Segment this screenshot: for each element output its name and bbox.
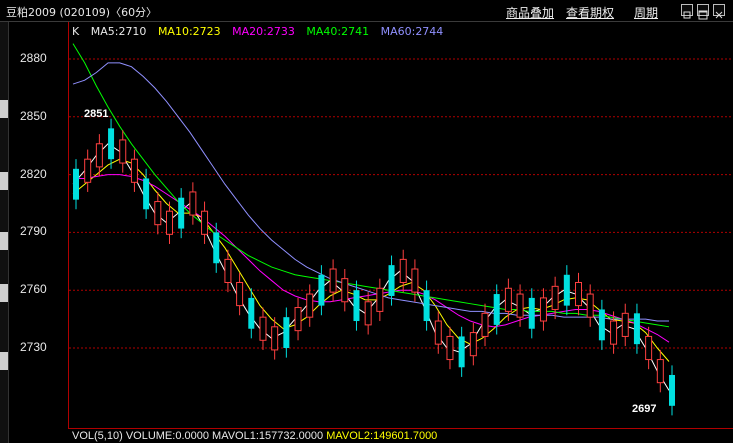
candle-body — [423, 290, 430, 322]
candle-body — [621, 312, 629, 337]
candle-body — [189, 191, 197, 216]
candle-body — [376, 287, 384, 312]
candle-body — [224, 258, 232, 283]
candle-body — [178, 197, 185, 229]
candle-body — [95, 143, 103, 168]
candle-body — [656, 359, 664, 384]
candle-body — [329, 268, 337, 293]
candle-body — [586, 293, 594, 318]
candle-body — [563, 274, 570, 306]
candle-body — [143, 178, 150, 210]
title-bar: 豆粕2009 (020109)〈60分〉 商品叠加 查看期权 周期 — [0, 0, 733, 22]
candle-body — [481, 312, 489, 337]
candle-body — [539, 297, 547, 322]
legend-ma40: MA40:2741 — [306, 25, 370, 38]
candle-body — [165, 210, 173, 235]
candle-body — [411, 268, 419, 293]
candle-body — [108, 128, 115, 160]
maximize-icon[interactable] — [697, 4, 709, 20]
candle-body — [516, 293, 524, 318]
candle-body — [259, 316, 267, 341]
vol-mavol1: MAVOL1:157732.0000 — [212, 430, 324, 442]
candle-body — [130, 158, 138, 183]
candle-body — [551, 285, 559, 310]
candle-body — [306, 293, 314, 318]
candle-body — [388, 265, 395, 296]
candle-body — [399, 258, 407, 283]
y-tick-label: 2880 — [20, 51, 47, 65]
candle-body — [236, 281, 244, 307]
candle-body — [633, 313, 640, 345]
track-marker — [0, 172, 8, 190]
candle-body — [271, 326, 279, 351]
candle-body — [434, 320, 442, 345]
candle-body — [493, 294, 500, 325]
track-marker — [0, 284, 8, 302]
ma-line-ma10 — [72, 158, 670, 362]
track-marker — [0, 352, 8, 370]
track-marker — [0, 232, 8, 250]
candle-body — [213, 232, 220, 264]
y-tick-label: 2760 — [20, 282, 47, 297]
candle-body — [598, 309, 605, 341]
candle-body — [364, 301, 372, 326]
candle-body — [84, 158, 92, 183]
legend-ma5: MA5:2710 — [90, 25, 147, 38]
candle-body — [119, 139, 127, 164]
candle-body — [610, 320, 618, 345]
candle-body — [446, 335, 454, 361]
y-tick-label: 2790 — [20, 224, 47, 239]
candle-body — [154, 201, 162, 226]
candle-body — [469, 332, 477, 357]
vol-volume: VOLUME:0.0000 — [125, 430, 209, 442]
menu-overlay-commodity[interactable]: 商品叠加 — [506, 4, 554, 21]
legend-ma60: MA60:2744 — [380, 25, 444, 38]
track-marker — [0, 100, 8, 118]
volume-bar: VOL(5,10) VOLUME:0.0000 MAVOL1:157732.00… — [68, 428, 733, 443]
candle-body — [73, 168, 79, 200]
vol-label: VOL(5,10) — [72, 430, 123, 442]
price-chart[interactable] — [68, 22, 733, 428]
legend-ma20: MA20:2733 — [232, 25, 295, 38]
candle-body — [353, 290, 360, 322]
legend-k: K — [72, 25, 80, 38]
y-tick-label: 2730 — [20, 340, 47, 354]
window-title: 豆粕2009 (020109)〈60分〉 — [6, 6, 158, 19]
candle-body — [504, 287, 512, 312]
candle-body — [341, 278, 349, 303]
candle-body — [318, 274, 325, 306]
close-icon[interactable] — [713, 4, 725, 19]
menu-period[interactable]: 周期 — [634, 4, 658, 21]
high-label: 2851 — [84, 108, 109, 120]
y-axis: 2880 2850 2820 2790 2760 2730 — [8, 22, 68, 428]
candle-body — [458, 336, 465, 368]
candle-body — [669, 374, 675, 406]
candle-body — [575, 281, 583, 307]
candle-body — [248, 297, 255, 329]
restore-icon[interactable] — [681, 4, 693, 19]
candle-body — [645, 335, 653, 361]
legend-ma10: MA10:2723 — [157, 25, 221, 38]
vol-mavol2: MAVOL2:149601.7000 — [326, 430, 438, 442]
candle-body — [294, 307, 302, 332]
ma-line-ma5 — [72, 143, 670, 391]
candle-body — [528, 297, 535, 329]
candle-body — [283, 317, 290, 348]
chart-svg — [69, 43, 733, 416]
ma-legend: K MA5:2710 MA10:2723 MA20:2733 MA40:2741… — [72, 25, 451, 38]
y-tick-label: 2850 — [20, 108, 47, 123]
low-label: 2697 — [632, 403, 657, 415]
candle-body — [201, 210, 209, 235]
menu-view-options[interactable]: 查看期权 — [566, 4, 614, 21]
y-tick-label: 2820 — [20, 166, 47, 181]
